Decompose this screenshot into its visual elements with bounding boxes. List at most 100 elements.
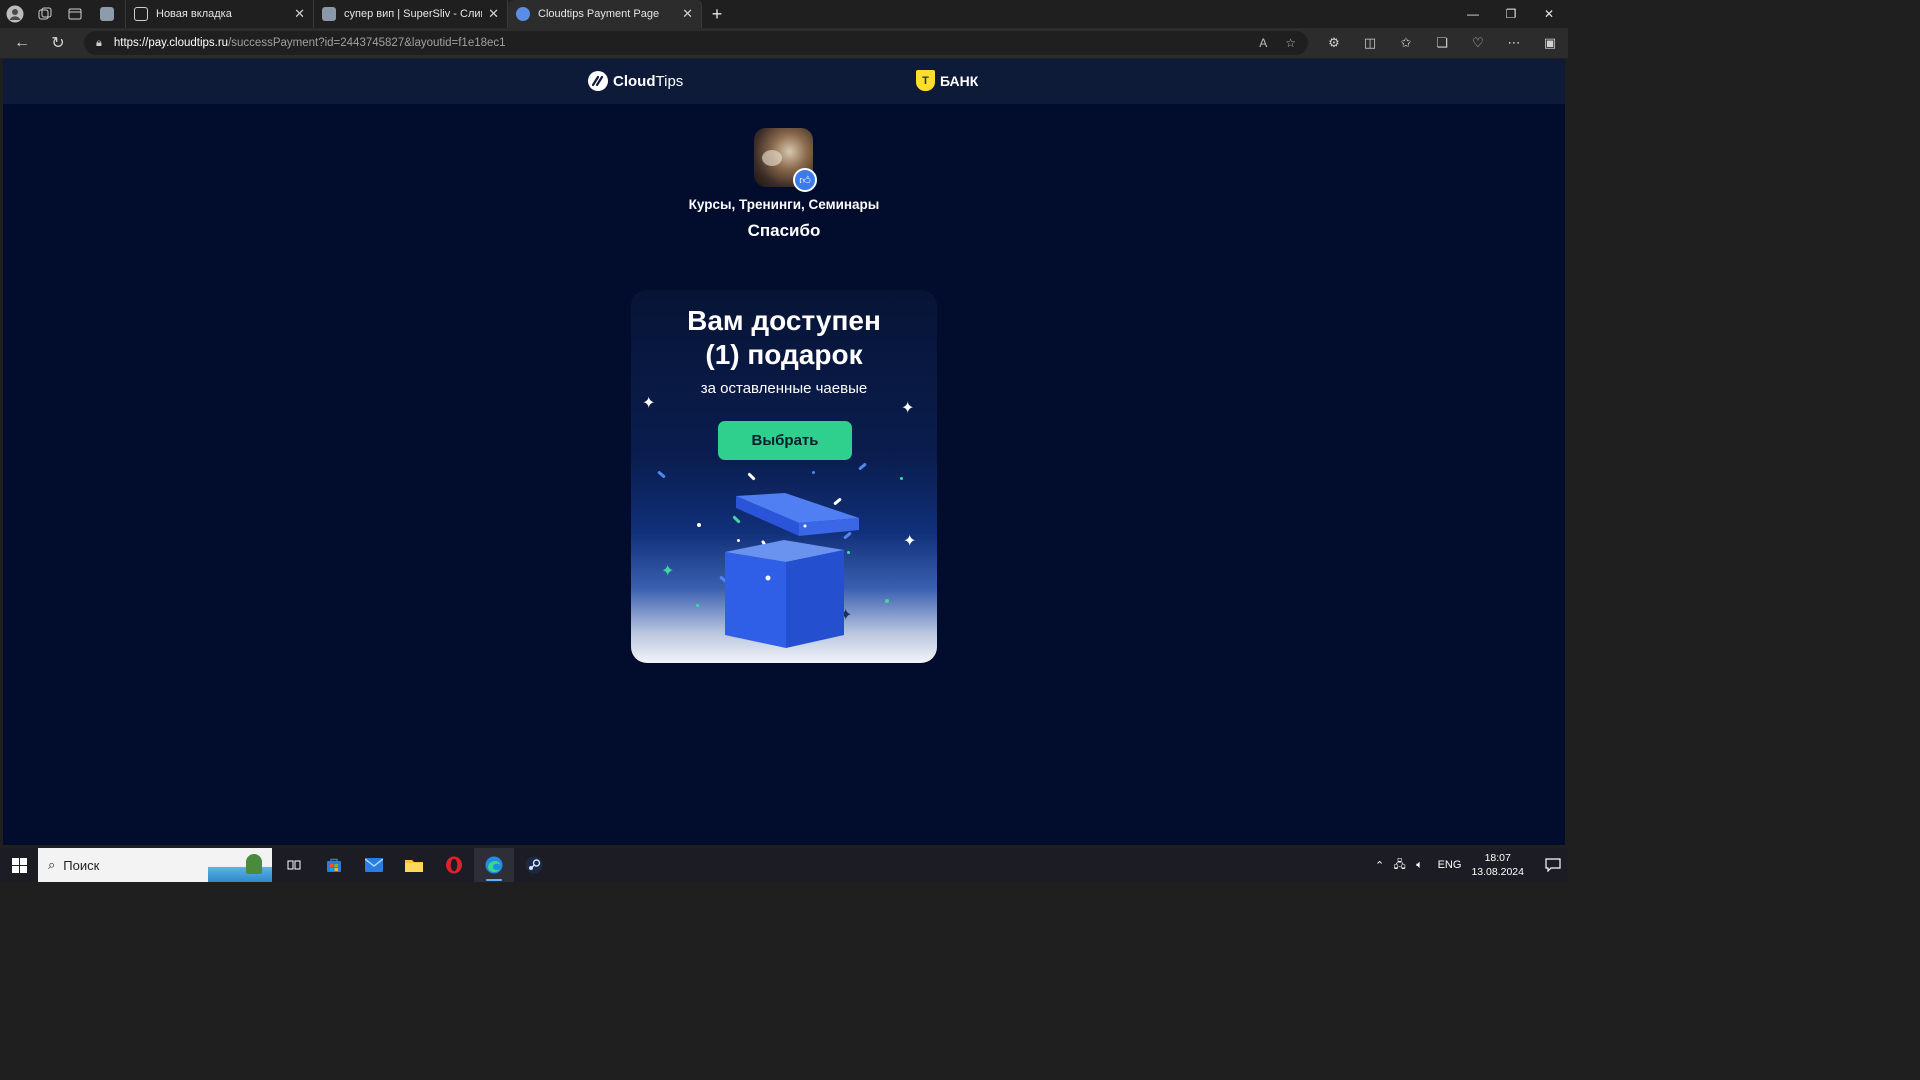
gift-title-line1: Вам доступен <box>687 305 881 336</box>
confetti-piece <box>858 462 867 471</box>
url-path: /successPayment?id=2443745827&layoutid=f… <box>228 37 506 49</box>
system-tray: ⌃ 🖧︎ 🔈︎ ENG 18:07 13.08.2024 <box>1370 848 1568 882</box>
task-view-icon[interactable] <box>274 848 314 882</box>
confetti-dot <box>900 477 903 480</box>
minimize-icon[interactable]: — <box>1454 0 1492 28</box>
gift-title-line2: (1) подарок <box>705 339 863 370</box>
tbank-shield-icon: Т <box>916 70 935 91</box>
more-menu-icon[interactable]: ⋯ <box>1496 35 1532 51</box>
sparkle-icon: ✦ <box>901 400 915 417</box>
gift-lid-dot <box>803 524 807 528</box>
site-header: Cloud Tips Т БАНК <box>3 59 1565 104</box>
profile-icon[interactable] <box>0 0 30 28</box>
cloudtips-logo[interactable]: Cloud Tips <box>588 71 683 91</box>
new-tab-button[interactable]: + <box>702 0 732 28</box>
tab-actions-icon[interactable] <box>60 0 90 28</box>
back-icon[interactable]: ← <box>4 28 40 58</box>
taskbar-clock[interactable]: 18:07 13.08.2024 <box>1471 851 1524 879</box>
mail-icon[interactable] <box>354 848 394 882</box>
extensions-icon[interactable]: ⚙︎ <box>1316 35 1352 51</box>
confetti-dot <box>812 471 815 474</box>
taskbar-search[interactable]: ⌕ Поиск <box>38 848 272 882</box>
web-page: Cloud Tips Т БАНК 👍︎ Курсы, Тренинги, Сем… <box>3 59 1565 845</box>
close-tab-icon[interactable]: ✕ <box>682 6 693 22</box>
browser-toolbar-right: ⚙︎ ◫ ✩ ❏ ♡ ⋯ ▣ <box>1316 28 1568 58</box>
tab-title: Cloudtips Payment Page <box>538 8 660 20</box>
windows-taskbar: ⌕ Поиск ⌃ 🖧︎ 🔈︎ ENG 18:07 13.08.2024 <box>0 848 1568 882</box>
close-tab-icon[interactable]: ✕ <box>488 6 499 22</box>
refresh-icon[interactable]: ↻ <box>40 28 76 58</box>
gift-box-side <box>786 550 844 648</box>
tbank-logo[interactable]: Т БАНК <box>916 70 978 91</box>
gift-card: Вам доступен (1) подарок за оставленные … <box>631 290 937 663</box>
sparkle-icon: ✦ <box>642 395 656 412</box>
file-explorer-icon[interactable] <box>394 848 434 882</box>
url-host: https://pay.cloudtips.ru <box>113 37 229 49</box>
omnibox-actions: A ☆ <box>1259 31 1296 55</box>
gift-box-illustration <box>725 493 859 648</box>
sparkle-icon: ✦ <box>903 533 917 550</box>
sidebar-toggle-icon[interactable]: ▣ <box>1532 35 1568 51</box>
favorites-icon[interactable]: ✩ <box>1388 35 1424 51</box>
network-icon[interactable]: 🖧︎ <box>1391 856 1409 875</box>
confetti-piece <box>747 472 756 481</box>
search-highlight-tree <box>246 854 262 874</box>
clock-time: 18:07 <box>1484 852 1511 864</box>
workspaces-icon[interactable] <box>30 0 60 28</box>
notifications-icon[interactable] <box>1538 858 1568 872</box>
browser-essentials-icon[interactable]: ♡ <box>1460 35 1496 51</box>
read-aloud-icon[interactable]: A <box>1259 36 1267 50</box>
cloudtips-logo-icon <box>588 71 608 91</box>
confetti-dot <box>885 599 889 603</box>
sparkle-icon: ✦ <box>661 563 675 580</box>
store-icon[interactable] <box>314 848 354 882</box>
tab-pinned[interactable] <box>90 0 126 28</box>
windows-start-icon[interactable] <box>0 848 38 882</box>
choose-gift-button[interactable]: Выбрать <box>718 421 852 460</box>
input-language[interactable]: ENG <box>1438 859 1462 871</box>
avatar-highlight <box>762 150 782 166</box>
clock-date: 13.08.2024 <box>1471 866 1524 878</box>
gift-box-dot <box>765 575 771 581</box>
tab-title: Новая вкладка <box>156 8 232 20</box>
restore-icon[interactable]: ❐ <box>1492 0 1530 28</box>
page-thumbnail-icon <box>100 7 114 21</box>
tab-title: супер вип | SuperSliv - Слив Пла <box>344 8 482 20</box>
collections-icon[interactable]: ❏ <box>1424 35 1460 51</box>
gift-title: Вам доступен (1) подарок <box>631 304 937 372</box>
address-bar[interactable]: 🔒︎ https://pay.cloudtips.ru /successPaym… <box>84 31 1308 55</box>
edge-icon[interactable] <box>474 848 514 882</box>
cloudtips-logo-light: Tips <box>655 72 684 90</box>
page-thumbnail-icon <box>322 7 336 21</box>
opera-icon[interactable] <box>434 848 474 882</box>
steam-icon[interactable] <box>514 848 554 882</box>
tbank-logo-text: БАНК <box>940 72 979 89</box>
confetti-piece <box>657 470 666 479</box>
close-tab-icon[interactable]: ✕ <box>294 6 305 22</box>
confetti-dot <box>696 604 699 607</box>
search-highlight-illustration <box>208 848 272 882</box>
tab-cloudtips[interactable]: Cloudtips Payment Page ✕ <box>508 0 702 28</box>
browser-tab-bar: Новая вкладка ✕ супер вип | SuperSliv - … <box>0 0 1568 28</box>
thanks-heading: Спасибо <box>747 221 821 240</box>
window-controls: — ❐ ✕ <box>1454 0 1568 28</box>
volume-icon[interactable]: 🔈︎ <box>1411 859 1429 872</box>
search-icon: ⌕ <box>48 857 56 872</box>
tab-supersliv[interactable]: супер вип | SuperSliv - Слив Пла ✕ <box>314 0 508 28</box>
favorite-star-icon[interactable]: ☆ <box>1285 36 1296 50</box>
show-hidden-icons-icon[interactable]: ⌃ <box>1371 859 1389 872</box>
new-tab-icon <box>134 7 148 21</box>
cloudtips-logo-bold: Cloud <box>613 72 656 90</box>
split-screen-icon[interactable]: ◫ <box>1352 35 1388 51</box>
confetti-dot <box>697 523 701 527</box>
taskbar-search-placeholder: Поиск <box>63 857 100 873</box>
cloudtips-icon <box>516 7 530 21</box>
tab-new-tab[interactable]: Новая вкладка ✕ <box>126 0 314 28</box>
recipient-name: Курсы, Тренинги, Семинары <box>688 197 880 212</box>
lock-icon[interactable]: 🔒︎ <box>96 37 102 50</box>
gift-subtitle: за оставленные чаевые <box>700 380 868 397</box>
thumbs-up-icon: 👍︎ <box>793 168 817 192</box>
gift-box-front <box>725 552 786 648</box>
close-window-icon[interactable]: ✕ <box>1530 0 1568 28</box>
address-toolbar: ← ↻ 🔒︎ https://pay.cloudtips.ru /success… <box>0 28 1568 58</box>
